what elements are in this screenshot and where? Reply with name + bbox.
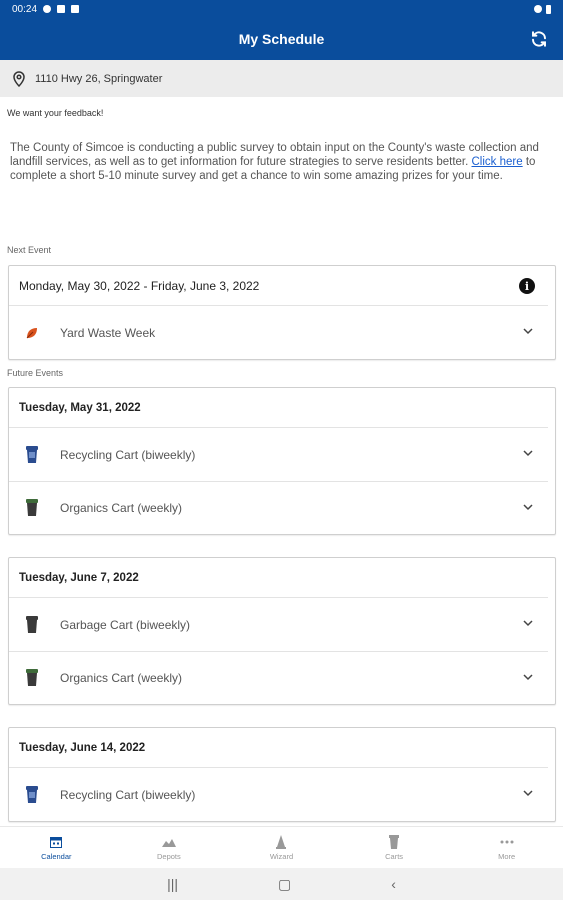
event-label: Recycling Cart (biweekly) xyxy=(60,447,196,462)
recycling-cart-icon xyxy=(25,785,39,805)
nav-label: Depots xyxy=(157,851,181,861)
refresh-icon[interactable] xyxy=(527,27,551,51)
battery-icon xyxy=(546,4,551,14)
survey-link[interactable]: Click here xyxy=(472,156,523,168)
list-item[interactable]: Yard Waste Week xyxy=(9,306,548,359)
nav-label: More xyxy=(498,851,516,861)
list-item[interactable]: Recycling Cart (biweekly) xyxy=(9,768,548,821)
nav-label: Carts xyxy=(385,851,404,861)
status-bar: 00:24 xyxy=(0,0,563,18)
notification-icon xyxy=(43,5,52,13)
bottom-nav: Calendar Depots Wizard Carts More xyxy=(0,826,563,868)
event-label: Recycling Cart (biweekly) xyxy=(60,787,196,802)
schedule-content[interactable]: We want your feedback! The County of Sim… xyxy=(0,97,563,826)
chevron-down-icon xyxy=(523,674,533,681)
nav-wizard[interactable]: Wizard xyxy=(225,827,338,868)
event-label: Organics Cart (weekly) xyxy=(60,501,183,515)
next-event-date: Monday, May 30, 2022 - Friday, June 3, 2… xyxy=(9,266,548,306)
next-event-label: Next Event xyxy=(7,245,52,255)
garbage-cart-icon xyxy=(25,615,39,635)
list-item[interactable]: Garbage Cart (biweekly) xyxy=(9,598,548,651)
event-date: Tuesday, May 31, 2022 xyxy=(9,388,548,428)
chevron-down-icon xyxy=(523,504,533,511)
address-text: 1110 Hwy 26, Springwater xyxy=(35,72,163,85)
list-item[interactable]: Organics Cart (weekly) xyxy=(9,481,548,534)
chevron-down-icon xyxy=(523,620,533,627)
nav-depots[interactable]: Depots xyxy=(113,827,226,868)
list-item[interactable]: Recycling Cart (biweekly) xyxy=(9,428,548,481)
next-event-date-text: Monday, May 30, 2022 - Friday, June 3, 2… xyxy=(19,278,260,293)
calendar-icon xyxy=(49,835,63,849)
event-label: Organics Cart (weekly) xyxy=(60,671,183,685)
future-events-label: Future Events xyxy=(7,368,64,378)
notification-icon xyxy=(57,5,66,13)
event-card: Tuesday, June 14, 2022 Recycling Cart (b… xyxy=(8,727,556,822)
feedback-title: We want your feedback! xyxy=(7,108,104,118)
nav-label: Calendar xyxy=(41,851,72,861)
location-pin-icon xyxy=(11,70,27,87)
chevron-down-icon xyxy=(523,790,533,797)
info-icon[interactable]: i xyxy=(519,278,535,294)
nav-calendar[interactable]: Calendar xyxy=(0,827,113,868)
system-nav-bar: ||| ▢ ‹ xyxy=(0,868,563,900)
event-date: Tuesday, June 7, 2022 xyxy=(9,558,548,598)
recycling-cart-icon xyxy=(25,445,39,465)
feedback-text: The County of Simcoe is conducting a pub… xyxy=(10,141,552,183)
home-icon[interactable]: ▢ xyxy=(278,876,291,893)
list-item[interactable]: Organics Cart (weekly) xyxy=(9,651,548,704)
depot-icon xyxy=(161,835,176,849)
address-bar[interactable]: 1110 Hwy 26, Springwater xyxy=(0,60,563,97)
back-icon[interactable]: ‹ xyxy=(391,876,396,892)
more-icon xyxy=(500,835,514,849)
wizard-icon xyxy=(274,834,288,849)
cart-icon xyxy=(387,834,401,849)
leaf-icon xyxy=(25,323,39,343)
status-time: 00:24 xyxy=(12,3,38,15)
feedback-text-part: The County of Simcoe is conducting a pub… xyxy=(10,142,539,168)
event-card: Tuesday, May 31, 2022 Recycling Cart (bi… xyxy=(8,387,556,535)
event-card: Tuesday, June 7, 2022 Garbage Cart (biwe… xyxy=(8,557,556,705)
notification-icon xyxy=(71,5,80,13)
chevron-down-icon xyxy=(523,328,533,335)
event-label: Yard Waste Week xyxy=(60,325,156,340)
wifi-icon xyxy=(534,5,542,13)
app-bar: My Schedule xyxy=(0,18,563,60)
next-event-card: Monday, May 30, 2022 - Friday, June 3, 2… xyxy=(8,265,556,360)
nav-more[interactable]: More xyxy=(450,827,563,868)
recents-icon[interactable]: ||| xyxy=(167,876,178,892)
chevron-down-icon xyxy=(523,450,533,457)
organics-cart-icon xyxy=(25,668,39,688)
organics-cart-icon xyxy=(25,498,39,518)
nav-label: Wizard xyxy=(269,851,294,861)
nav-carts[interactable]: Carts xyxy=(338,827,451,868)
event-date: Tuesday, June 14, 2022 xyxy=(9,728,548,768)
event-label: Garbage Cart (biweekly) xyxy=(60,617,191,632)
page-title: My Schedule xyxy=(238,31,325,47)
